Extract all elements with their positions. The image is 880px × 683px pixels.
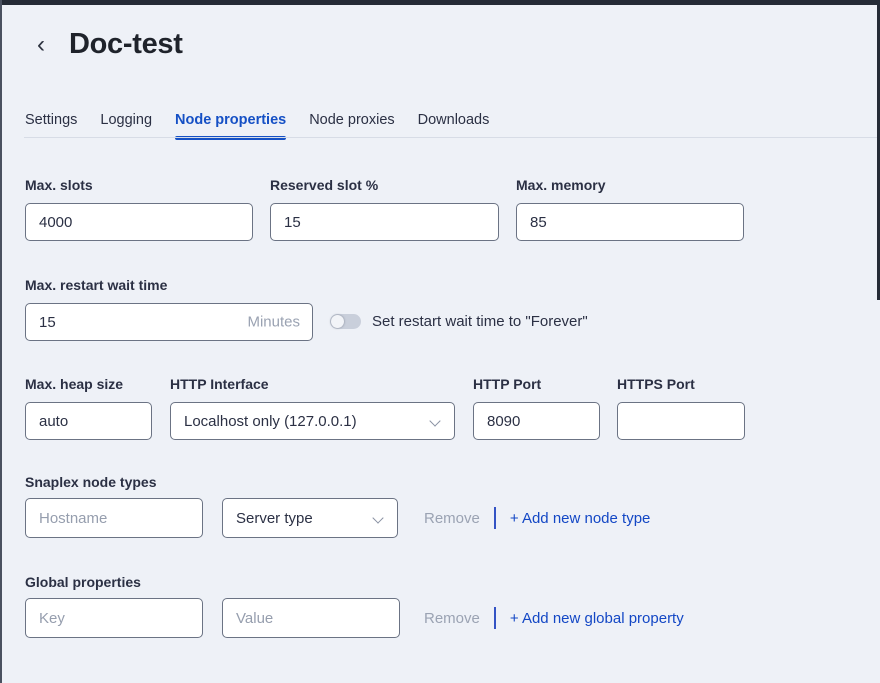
window-left-border <box>0 0 2 683</box>
actions-divider <box>494 507 496 529</box>
http-port-input[interactable] <box>473 402 600 440</box>
tab-bar-divider <box>24 137 880 138</box>
max-memory-input[interactable] <box>516 203 744 241</box>
reserved-slot-label: Reserved slot % <box>270 177 499 193</box>
global-key-group <box>25 598 203 638</box>
max-restart-wait-input[interactable] <box>25 303 313 341</box>
max-memory-group: Max. memory <box>516 177 744 241</box>
page-title: Doc-test <box>69 28 183 61</box>
max-restart-wait-label: Max. restart wait time <box>25 277 313 293</box>
http-port-label: HTTP Port <box>473 376 600 392</box>
tab-logging[interactable]: Logging <box>100 112 152 140</box>
tab-downloads[interactable]: Downloads <box>418 112 490 140</box>
max-heap-size-group: Max. heap size <box>25 376 152 440</box>
forever-toggle-row: Set restart wait time to "Forever" <box>330 302 588 340</box>
global-key-input[interactable] <box>25 598 203 638</box>
chevron-down-icon <box>374 513 384 523</box>
hostname-input[interactable] <box>25 498 203 538</box>
tab-bar: Settings Logging Node properties Node pr… <box>25 112 489 140</box>
https-port-group: HTTPS Port <box>617 376 745 440</box>
remove-global-property-button[interactable]: Remove <box>424 610 480 627</box>
actions-divider <box>494 607 496 629</box>
remove-node-type-button[interactable]: Remove <box>424 510 480 527</box>
page-header: ‹ Doc-test <box>33 28 183 61</box>
add-global-property-button[interactable]: + Add new global property <box>510 610 684 627</box>
http-interface-selected-value: Localhost only (127.0.0.1) <box>184 413 357 430</box>
server-type-selected-value: Server type <box>236 510 313 527</box>
hostname-group <box>25 498 203 538</box>
max-heap-size-input[interactable] <box>25 402 152 440</box>
http-interface-label: HTTP Interface <box>170 376 455 392</box>
chevron-down-icon <box>431 416 441 426</box>
global-properties-label: Global properties <box>25 574 141 590</box>
http-interface-select[interactable]: Localhost only (127.0.0.1) <box>170 402 455 440</box>
https-port-input[interactable] <box>617 402 745 440</box>
max-slots-group: Max. slots <box>25 177 253 241</box>
forever-toggle-label: Set restart wait time to "Forever" <box>372 313 588 330</box>
http-port-group: HTTP Port <box>473 376 600 440</box>
add-node-type-button[interactable]: + Add new node type <box>510 510 651 527</box>
tab-node-proxies[interactable]: Node proxies <box>309 112 394 140</box>
reserved-slot-group: Reserved slot % <box>270 177 499 241</box>
max-restart-wait-group: Max. restart wait time Minutes <box>25 277 313 341</box>
tab-settings[interactable]: Settings <box>25 112 77 140</box>
global-property-actions: Remove + Add new global property <box>424 598 684 638</box>
max-heap-size-label: Max. heap size <box>25 376 152 392</box>
tab-node-properties[interactable]: Node properties <box>175 112 286 140</box>
toggle-knob-icon <box>331 315 344 328</box>
https-port-label: HTTPS Port <box>617 376 745 392</box>
back-button[interactable]: ‹ <box>33 31 49 59</box>
global-value-group <box>222 598 400 638</box>
max-slots-input[interactable] <box>25 203 253 241</box>
server-type-select[interactable]: Server type <box>222 498 398 538</box>
http-interface-group: HTTP Interface Localhost only (127.0.0.1… <box>170 376 455 440</box>
window-top-bar <box>0 0 880 5</box>
max-slots-label: Max. slots <box>25 177 253 193</box>
server-type-group: Server type <box>222 498 398 538</box>
reserved-slot-input[interactable] <box>270 203 499 241</box>
back-chevron-icon: ‹ <box>37 31 45 58</box>
node-type-actions: Remove + Add new node type <box>424 498 650 538</box>
snaplex-node-types-label: Snaplex node types <box>25 474 156 490</box>
forever-toggle[interactable] <box>330 314 361 329</box>
max-memory-label: Max. memory <box>516 177 744 193</box>
global-value-input[interactable] <box>222 598 400 638</box>
